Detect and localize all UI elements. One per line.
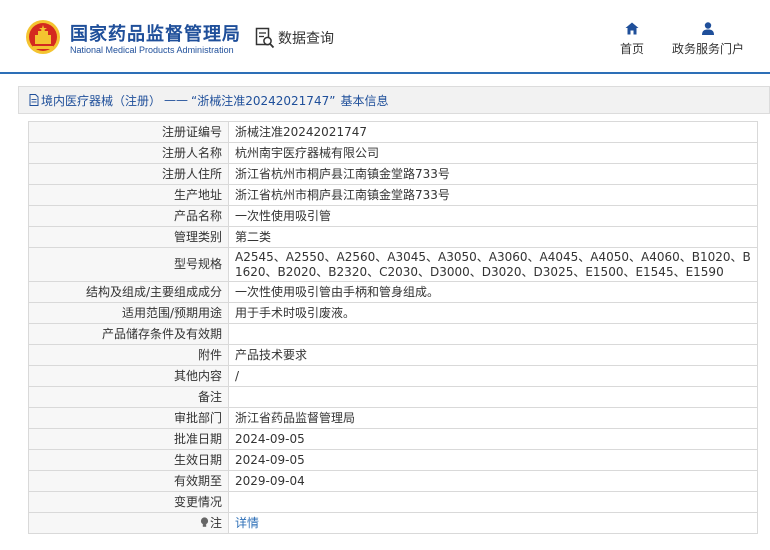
row-value: 杭州南宇医疗器械有限公司	[228, 142, 758, 164]
row-label: 结构及组成/主要组成成分	[28, 281, 229, 303]
row-value: 浙械注准20242021747	[228, 121, 758, 143]
row-label: 注	[209, 515, 222, 530]
row-value: 详情	[228, 512, 758, 534]
row-value: 用于手术时吸引废液。	[228, 302, 758, 324]
table-row: 生效日期 2024-09-05	[28, 449, 758, 471]
row-label: 有效期至	[28, 470, 229, 492]
row-label: 变更情况	[28, 491, 229, 513]
table-row: 产品储存条件及有效期	[28, 323, 758, 345]
row-value: 一次性使用吸引管由手柄和管身组成。	[228, 281, 758, 303]
table-row: 批准日期 2024-09-05	[28, 428, 758, 450]
table-row: 适用范围/预期用途 用于手术时吸引废液。	[28, 302, 758, 324]
table-row: 审批部门 浙江省药品监督管理局	[28, 407, 758, 429]
row-label: 批准日期	[28, 428, 229, 450]
table-row: 管理类别 第二类	[28, 226, 758, 248]
table-row: 注册人住所 浙江省杭州市桐庐县江南镇金堂路733号	[28, 163, 758, 185]
row-value: /	[228, 365, 758, 387]
row-value: 浙江省杭州市桐庐县江南镇金堂路733号	[228, 163, 758, 185]
nav-home[interactable]: 首页	[619, 22, 645, 57]
data-query-label: 数据查询	[278, 31, 334, 47]
row-value	[228, 491, 758, 513]
row-label: 注册人名称	[28, 142, 229, 164]
detail-table: 注册证编号 浙械注准20242021747 注册人名称 杭州南宇医疗器械有限公司…	[28, 121, 758, 534]
table-row: 结构及组成/主要组成成分 一次性使用吸引管由手柄和管身组成。	[28, 281, 758, 303]
note-label-cell: 注	[28, 512, 229, 534]
table-row: 有效期至 2029-09-04	[28, 470, 758, 492]
nav-home-label: 首页	[619, 42, 644, 56]
table-row: 备注	[28, 386, 758, 408]
table-row: 注册证编号 浙械注准20242021747	[28, 121, 758, 143]
table-row: 注 详情	[28, 512, 758, 534]
user-icon	[702, 22, 714, 35]
table-row: 其他内容 /	[28, 365, 758, 387]
row-value: 第二类	[228, 226, 758, 248]
detail-link[interactable]: 详情	[235, 516, 259, 530]
nav-gov-portal-label: 政务服务门户	[671, 42, 744, 56]
row-value: 2024-09-05	[228, 449, 758, 471]
table-row: 生产地址 浙江省杭州市桐庐县江南镇金堂路733号	[28, 184, 758, 206]
table-row: 变更情况	[28, 491, 758, 513]
table-row: 附件 产品技术要求	[28, 344, 758, 366]
row-value: 2029-09-04	[228, 470, 758, 492]
lightbulb-icon	[200, 516, 209, 527]
table-row: 注册人名称 杭州南宇医疗器械有限公司	[28, 142, 758, 164]
table-row: 型号规格 A2545、A2550、A2560、A3045、A3050、A3060…	[28, 247, 758, 282]
brand-title[interactable]: 国家药品监督管理局	[70, 20, 241, 46]
breadcrumb-suffix: 基本信息	[340, 93, 389, 108]
nav-gov-portal[interactable]: 政务服务门户	[671, 22, 745, 57]
breadcrumb-category: 境内医疗器械（注册）	[41, 93, 162, 108]
row-label: 产品名称	[28, 205, 229, 227]
row-label: 备注	[28, 386, 229, 408]
table-row: 产品名称 一次性使用吸引管	[28, 205, 758, 227]
row-label: 型号规格	[28, 247, 229, 282]
row-label: 其他内容	[28, 365, 229, 387]
panel-breadcrumb: 境内医疗器械（注册） —— “浙械注准20242021747” 基本信息	[18, 86, 770, 114]
row-label: 生产地址	[28, 184, 229, 206]
row-label: 审批部门	[28, 407, 229, 429]
breadcrumb-separator: ——	[164, 93, 189, 107]
document-icon	[29, 94, 39, 106]
national-emblem-icon[interactable]	[25, 19, 61, 55]
home-icon	[625, 22, 639, 35]
row-label: 适用范围/预期用途	[28, 302, 229, 324]
data-query-link[interactable]: 数据查询	[255, 27, 334, 49]
row-value	[228, 323, 758, 345]
row-label: 生效日期	[28, 449, 229, 471]
breadcrumb-record: “浙械注准20242021747”	[191, 93, 336, 108]
brand-subtitle: National Medical Products Administration	[70, 45, 234, 55]
search-document-icon	[255, 27, 275, 49]
row-value: 一次性使用吸引管	[228, 205, 758, 227]
row-label: 管理类别	[28, 226, 229, 248]
row-value: 浙江省杭州市桐庐县江南镇金堂路733号	[228, 184, 758, 206]
row-label: 注册证编号	[28, 121, 229, 143]
row-value: 产品技术要求	[228, 344, 758, 366]
row-label: 注册人住所	[28, 163, 229, 185]
row-value	[228, 386, 758, 408]
site-header: 国家药品监督管理局 National Medical Products Admi…	[0, 0, 770, 74]
row-value: A2545、A2550、A2560、A3045、A3050、A3060、A404…	[228, 247, 758, 282]
row-value: 浙江省药品监督管理局	[228, 407, 758, 429]
row-label: 附件	[28, 344, 229, 366]
row-label: 产品储存条件及有效期	[28, 323, 229, 345]
row-value: 2024-09-05	[228, 428, 758, 450]
